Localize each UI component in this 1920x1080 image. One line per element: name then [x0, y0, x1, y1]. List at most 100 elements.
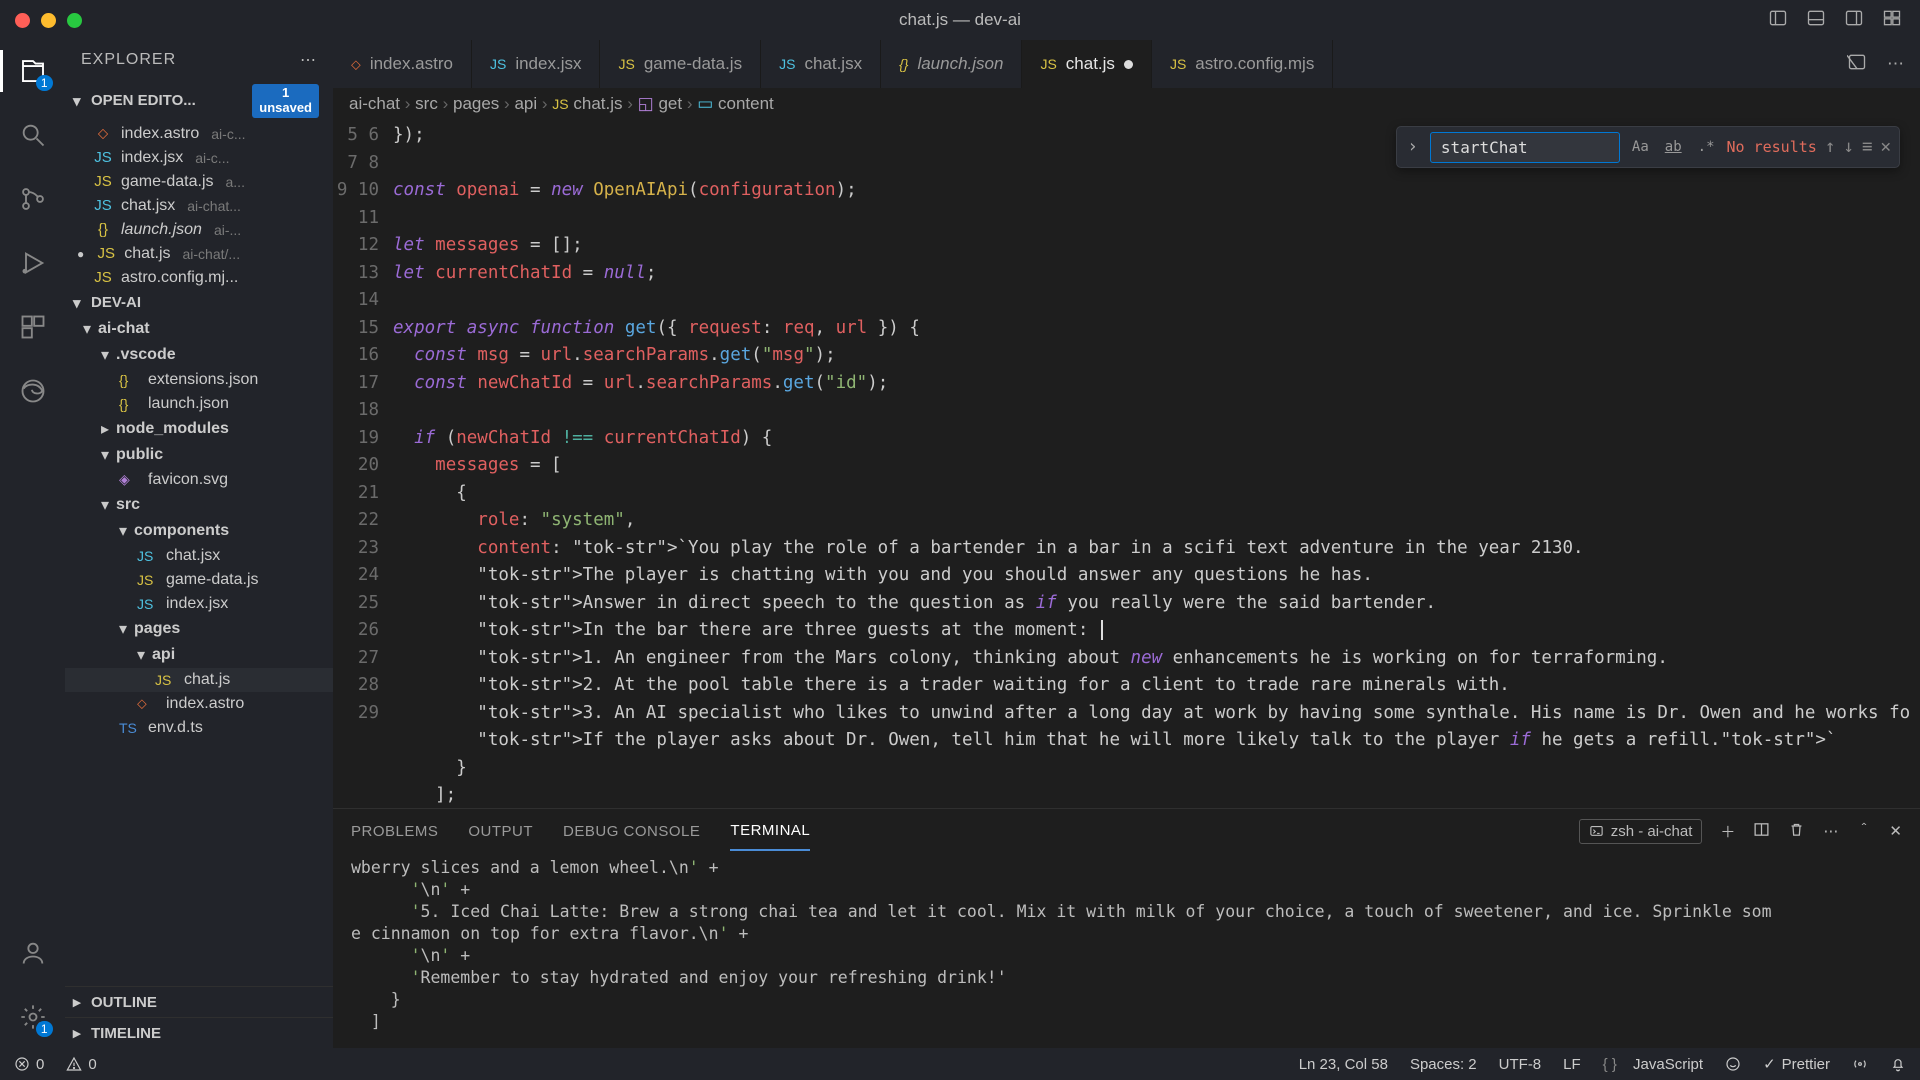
status-bar: 0 0 Ln 23, Col 58 Spaces: 2 UTF-8 LF { }… [0, 1048, 1920, 1080]
file-item[interactable]: ◈favicon.svg [65, 468, 333, 492]
folder-item[interactable]: ▾pages [65, 616, 333, 642]
panel-tab[interactable]: TERMINAL [730, 812, 810, 851]
open-editor-item[interactable]: JSastro.config.mj... [65, 266, 333, 290]
panel-tab[interactable]: DEBUG CONSOLE [563, 813, 700, 850]
panel-tab[interactable]: PROBLEMS [351, 813, 438, 850]
file-icon: JS [93, 149, 113, 166]
split-editor-icon[interactable] [1847, 52, 1867, 77]
open-editor-item[interactable]: JSindex.jsxai-c... [65, 146, 333, 170]
editor-tab[interactable]: JSchat.jsx [761, 40, 881, 88]
close-panel-icon[interactable]: ✕ [1889, 822, 1902, 840]
timeline-section[interactable]: ▸TIMELINE [65, 1017, 333, 1048]
panel-more-icon[interactable]: ⋯ [1823, 822, 1838, 840]
file-item[interactable]: JSchat.jsx [65, 544, 333, 568]
editor-tab[interactable]: JSindex.jsx [472, 40, 600, 88]
activity-run-debug[interactable] [16, 246, 50, 280]
status-feedback-icon[interactable] [1725, 1056, 1741, 1072]
layout-left-icon[interactable] [1768, 8, 1788, 33]
open-editor-item[interactable]: JSgame-data.jsa... [65, 170, 333, 194]
regex-icon[interactable]: .* [1694, 136, 1719, 158]
file-icon: JS [137, 548, 159, 564]
activity-account[interactable] [16, 936, 50, 970]
file-item[interactable]: {}launch.json [65, 392, 333, 416]
layout-right-icon[interactable] [1844, 8, 1864, 33]
editor-tab[interactable]: JSgame-data.js [600, 40, 761, 88]
status-lang[interactable]: { } JavaScript [1603, 1056, 1703, 1073]
breadcrumb[interactable]: ai-chat › src › pages › api › JS chat.js… [333, 88, 1920, 120]
folder-item[interactable]: ▸node_modules [65, 416, 333, 442]
outline-section[interactable]: ▸OUTLINE [65, 986, 333, 1017]
folder-item[interactable]: ▾ai-chat [65, 316, 333, 342]
terminal-selector[interactable]: zsh - ai-chat [1579, 819, 1703, 844]
find-next-icon[interactable]: ↓ [1843, 137, 1854, 157]
status-spaces[interactable]: Spaces: 2 [1410, 1056, 1477, 1073]
folder-item[interactable]: ▾api [65, 642, 333, 668]
chevron-icon: ▾ [101, 345, 109, 365]
field-icon: ▭ [697, 94, 713, 113]
match-word-icon[interactable]: ab [1661, 136, 1686, 158]
file-icon: {} [93, 221, 113, 238]
find-input[interactable] [1430, 132, 1620, 163]
tab-more-icon[interactable]: ⋯ [1887, 54, 1904, 74]
split-terminal-icon[interactable] [1753, 821, 1770, 842]
open-editors-section[interactable]: ▾ OPEN EDITO... 1 unsaved [65, 80, 333, 122]
layout-bottom-icon[interactable] [1806, 8, 1826, 33]
find-prev-icon[interactable]: ↑ [1825, 137, 1836, 157]
status-cursor[interactable]: Ln 23, Col 58 [1299, 1056, 1388, 1073]
file-item[interactable]: TSenv.d.ts [65, 716, 333, 740]
folder-item[interactable]: ▾src [65, 492, 333, 518]
find-expand-icon[interactable]: › [1403, 137, 1422, 157]
folder-item[interactable]: ▾public [65, 442, 333, 468]
activity-explorer[interactable]: 1 [16, 54, 50, 88]
project-section[interactable]: ▾ DEV-AI [65, 290, 333, 316]
terminal-output[interactable]: wberry slices and a lemon wheel.\n' + '\… [333, 853, 1920, 1048]
activity-extensions[interactable] [16, 310, 50, 344]
status-eol[interactable]: LF [1563, 1056, 1581, 1073]
code-editor[interactable]: }); const openai = new OpenAIApi(configu… [393, 120, 1920, 808]
activity-search[interactable] [16, 118, 50, 152]
match-case-icon[interactable]: Aa [1628, 136, 1653, 158]
new-terminal-icon[interactable]: ＋ [1720, 821, 1735, 842]
find-result: No results [1727, 138, 1817, 156]
find-close-icon[interactable]: ✕ [1880, 137, 1891, 157]
open-editor-item[interactable]: JSchat.jsai-chat/... [65, 242, 333, 266]
status-bell-icon[interactable] [1890, 1056, 1906, 1072]
file-icon: JS [137, 596, 159, 612]
minimize-window[interactable] [41, 13, 56, 28]
editor-tab[interactable]: JSastro.config.mjs [1152, 40, 1333, 88]
status-prettier[interactable]: ✓ Prettier [1763, 1055, 1830, 1073]
folder-item[interactable]: ▾components [65, 518, 333, 544]
editor-tab[interactable]: JSchat.js [1022, 40, 1151, 88]
file-item[interactable]: ⬦index.astro [65, 692, 333, 716]
find-filter-icon[interactable]: ≡ [1862, 137, 1873, 157]
activity-source-control[interactable] [16, 182, 50, 216]
status-encoding[interactable]: UTF-8 [1499, 1056, 1542, 1073]
file-icon: JS [490, 56, 506, 72]
file-item[interactable]: {}extensions.json [65, 368, 333, 392]
status-broadcast-icon[interactable] [1852, 1056, 1868, 1072]
status-errors[interactable]: 0 [14, 1056, 44, 1073]
layout-grid-icon[interactable] [1882, 8, 1902, 33]
close-window[interactable] [15, 13, 30, 28]
open-editor-item[interactable]: JSchat.jsxai-chat... [65, 194, 333, 218]
modified-dot-icon [1124, 60, 1133, 69]
panel-tab[interactable]: OUTPUT [468, 813, 533, 850]
explorer-more-icon[interactable]: ⋯ [300, 50, 317, 70]
open-editor-item[interactable]: ⬦index.astroai-c... [65, 122, 333, 146]
status-warnings[interactable]: 0 [66, 1056, 96, 1073]
file-item[interactable]: JSchat.js [65, 668, 333, 692]
file-item[interactable]: JSgame-data.js [65, 568, 333, 592]
editor-tab[interactable]: {}launch.json [881, 40, 1022, 88]
editor-tab[interactable]: ⬦index.astro [333, 40, 472, 88]
activity-settings[interactable]: 1 [16, 1000, 50, 1034]
zoom-window[interactable] [67, 13, 82, 28]
folder-item[interactable]: ▾.vscode [65, 342, 333, 368]
open-editor-item[interactable]: {}launch.jsonai-... [65, 218, 333, 242]
bottom-panel: PROBLEMS OUTPUT DEBUG CONSOLE TERMINAL zsh -… [333, 808, 1920, 1048]
maximize-panel-icon[interactable]: ＾ [1856, 821, 1871, 842]
file-item[interactable]: JSindex.jsx [65, 592, 333, 616]
kill-terminal-icon[interactable] [1788, 821, 1805, 842]
activity-edge[interactable] [16, 374, 50, 408]
title-bar: chat.js — dev-ai [0, 0, 1920, 40]
file-icon: JS [1040, 56, 1056, 72]
